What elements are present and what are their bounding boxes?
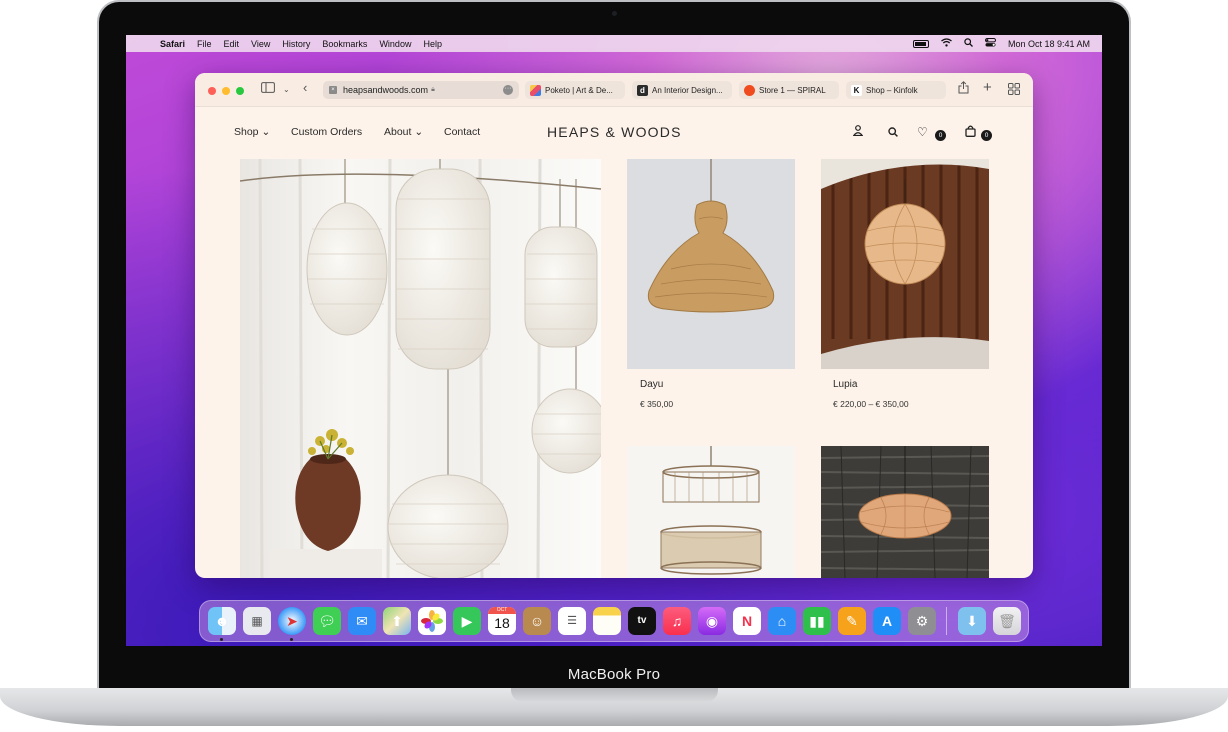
contacts-icon[interactable]: ☺ [523,607,551,635]
device-label: MacBook Pro [567,666,661,683]
tab-kinfolk[interactable]: K Shop – Kinfolk [846,81,946,99]
calendar-icon[interactable]: OCT 18 [488,607,516,635]
tab-label: An Interior Design... [652,85,723,95]
podcasts-icon[interactable]: ◉ [698,607,726,635]
menu-view[interactable]: View [251,39,270,49]
tab-label: Poketo | Art & De... [545,85,613,95]
tab-interior-design[interactable]: d An Interior Design... [632,81,732,99]
product-image-tiered-lamp[interactable] [627,446,795,578]
tab-overview-icon[interactable] [1008,83,1020,98]
menu-bookmarks[interactable]: Bookmarks [322,39,367,49]
product-image-lupia[interactable] [821,159,989,369]
spotlight-search-icon[interactable] [964,38,973,49]
wishlist-heart-icon[interactable]: ♡ [917,125,928,139]
tab-spiral[interactable]: Store 1 — SPIRAL [739,81,839,99]
menu-clock[interactable]: Mon Oct 18 9:41 AM [1008,39,1090,49]
apple-tv-icon[interactable]: tv [628,607,656,635]
site-header: Shop ⌄ Custom Orders About ⌄ Contact HEA… [195,123,1033,145]
menu-bar: Safari File Edit View History Bookmarks … [126,35,1102,52]
hinge-notch [511,688,718,702]
zoom-window-button[interactable] [236,87,244,95]
dock-separator [946,607,947,635]
maps-icon[interactable]: ⬆ [383,607,411,635]
photos-icon[interactable] [418,607,446,635]
mail-icon[interactable]: ✉ [348,607,376,635]
dock: ☻ ▦ ➤ 💬︎ ✉ ⬆ ▶ OCT 18 ☺ ☰ tv ♫ ◉ N ⌂ ▮▮ … [199,600,1029,642]
running-indicator [290,638,293,641]
product-price-lupia: € 220,00 – € 350,00 [833,399,909,409]
nav-contact[interactable]: Contact [444,126,480,138]
facetime-icon[interactable]: ▶ [453,607,481,635]
menu-file[interactable]: File [197,39,212,49]
pages-icon[interactable]: ✎ [838,607,866,635]
calendar-day: 18 [494,615,510,631]
notes-icon[interactable] [593,607,621,635]
wifi-icon[interactable] [941,38,952,49]
site-logo[interactable]: HEAPS & WOODS [547,124,682,140]
nav-about[interactable]: About ⌄ [384,126,423,138]
reminders-icon[interactable]: ☰ [558,607,586,635]
system-preferences-icon[interactable]: ⚙ [908,607,936,635]
browser-toolbar: ⌄ ‹ × heapsandwoods.com 🔒︎ ··· Poketo | … [195,73,1033,107]
sidebar-toggle-icon[interactable] [261,82,275,96]
nav-shop[interactable]: Shop ⌄ [234,126,270,138]
menu-history[interactable]: History [282,39,310,49]
tab-poketo[interactable]: Poketo | Art & De... [525,81,625,99]
product-name-lupia[interactable]: Lupia [833,379,857,390]
chevron-down-icon[interactable]: ⌄ [283,85,290,94]
product-image-dayu[interactable] [627,159,795,369]
close-window-button[interactable] [208,87,216,95]
screen: Safari File Edit View History Bookmarks … [126,35,1102,646]
minimize-window-button[interactable] [222,87,230,95]
url-text: heapsandwoods.com [343,85,429,95]
kinfolk-favicon-icon: K [851,84,862,96]
product-name-dayu[interactable]: Dayu [640,379,663,390]
numbers-icon[interactable]: ▮▮ [803,607,831,635]
wishlist-count-badge: 0 [935,130,946,141]
music-icon[interactable]: ♫ [663,607,691,635]
app-store-icon[interactable]: A [873,607,901,635]
tab-label: Shop – Kinfolk [866,85,918,95]
finder-icon[interactable]: ☻ [208,607,236,635]
new-tab-icon[interactable]: + [983,79,992,96]
keynote-icon[interactable]: ⌂ [768,607,796,635]
menu-help[interactable]: Help [423,39,442,49]
stop-loading-icon[interactable]: × [329,86,337,94]
tab-label: Store 1 — SPIRAL [759,85,826,95]
battery-icon[interactable] [912,39,929,48]
poketo-favicon-icon [530,84,541,96]
menu-edit[interactable]: Edit [224,39,240,49]
running-indicator [220,638,223,641]
launchpad-icon[interactable]: ▦ [243,607,271,635]
lock-icon: 🔒︎ [431,86,435,93]
menu-app-name[interactable]: Safari [160,39,185,49]
spiral-favicon-icon [744,84,755,96]
menu-window[interactable]: Window [379,39,411,49]
cart-count-badge: 0 [981,130,992,141]
hero-lanterns-image[interactable] [240,159,601,578]
product-price-dayu: € 350,00 [640,399,674,409]
back-arrow-icon[interactable]: ‹ [303,80,307,95]
product-image-oval-lamp[interactable] [821,446,989,578]
page-menu-icon[interactable]: ··· [503,85,513,95]
address-bar[interactable]: × heapsandwoods.com 🔒︎ ··· [323,81,519,99]
search-icon[interactable] [888,127,898,140]
safari-window: ⌄ ‹ × heapsandwoods.com 🔒︎ ··· Poketo | … [195,73,1033,578]
safari-icon[interactable]: ➤ [278,607,306,635]
calendar-month: OCT [488,607,516,614]
messages-icon[interactable]: 💬︎ [313,607,341,635]
cart-bag-icon[interactable] [965,125,976,140]
share-icon[interactable] [958,81,969,97]
camera [612,11,617,16]
account-icon[interactable] [852,125,864,139]
design-favicon-icon: d [637,84,648,96]
nav-custom-orders[interactable]: Custom Orders [291,126,362,138]
control-center-icon[interactable] [984,38,996,49]
downloads-folder-icon[interactable]: ⬇ [958,607,986,635]
news-icon[interactable]: N [733,607,761,635]
trash-icon[interactable]: 🗑︎ [993,607,1021,635]
